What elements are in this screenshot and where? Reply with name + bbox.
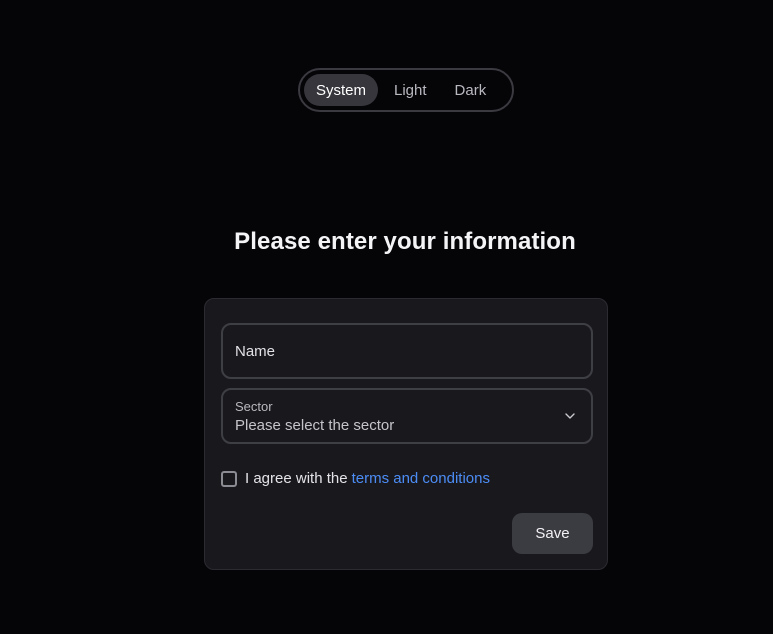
theme-option-label: System [316, 81, 367, 99]
sector-select[interactable]: Sector Please select the sector [221, 388, 593, 444]
theme-option-label: Dark [454, 81, 487, 99]
terms-link[interactable]: terms and conditions [352, 470, 490, 487]
page: System Light Dark Please enter your info… [0, 0, 773, 634]
terms-agreement-text: I agree with the [245, 470, 348, 487]
chevron-down-icon [565, 413, 575, 419]
theme-option-label: Light [394, 81, 427, 99]
theme-option-dark[interactable]: Dark [443, 74, 499, 106]
information-form: Name Sector Please select the sector I a… [204, 298, 608, 570]
page-title: Please enter your information [234, 228, 576, 255]
sector-placeholder: Please select the sector [235, 417, 395, 434]
terms-checkbox[interactable] [221, 470, 237, 487]
theme-switcher: System Light Dark [298, 68, 514, 112]
theme-option-system[interactable]: System [304, 74, 378, 106]
save-button[interactable]: Save [512, 513, 593, 554]
name-field-label: Name [235, 343, 276, 360]
terms-agreement: I agree with the terms and conditions [221, 470, 490, 487]
name-field[interactable]: Name [221, 323, 593, 379]
theme-option-light[interactable]: Light [382, 74, 439, 106]
sector-field-label: Sector [235, 399, 273, 414]
